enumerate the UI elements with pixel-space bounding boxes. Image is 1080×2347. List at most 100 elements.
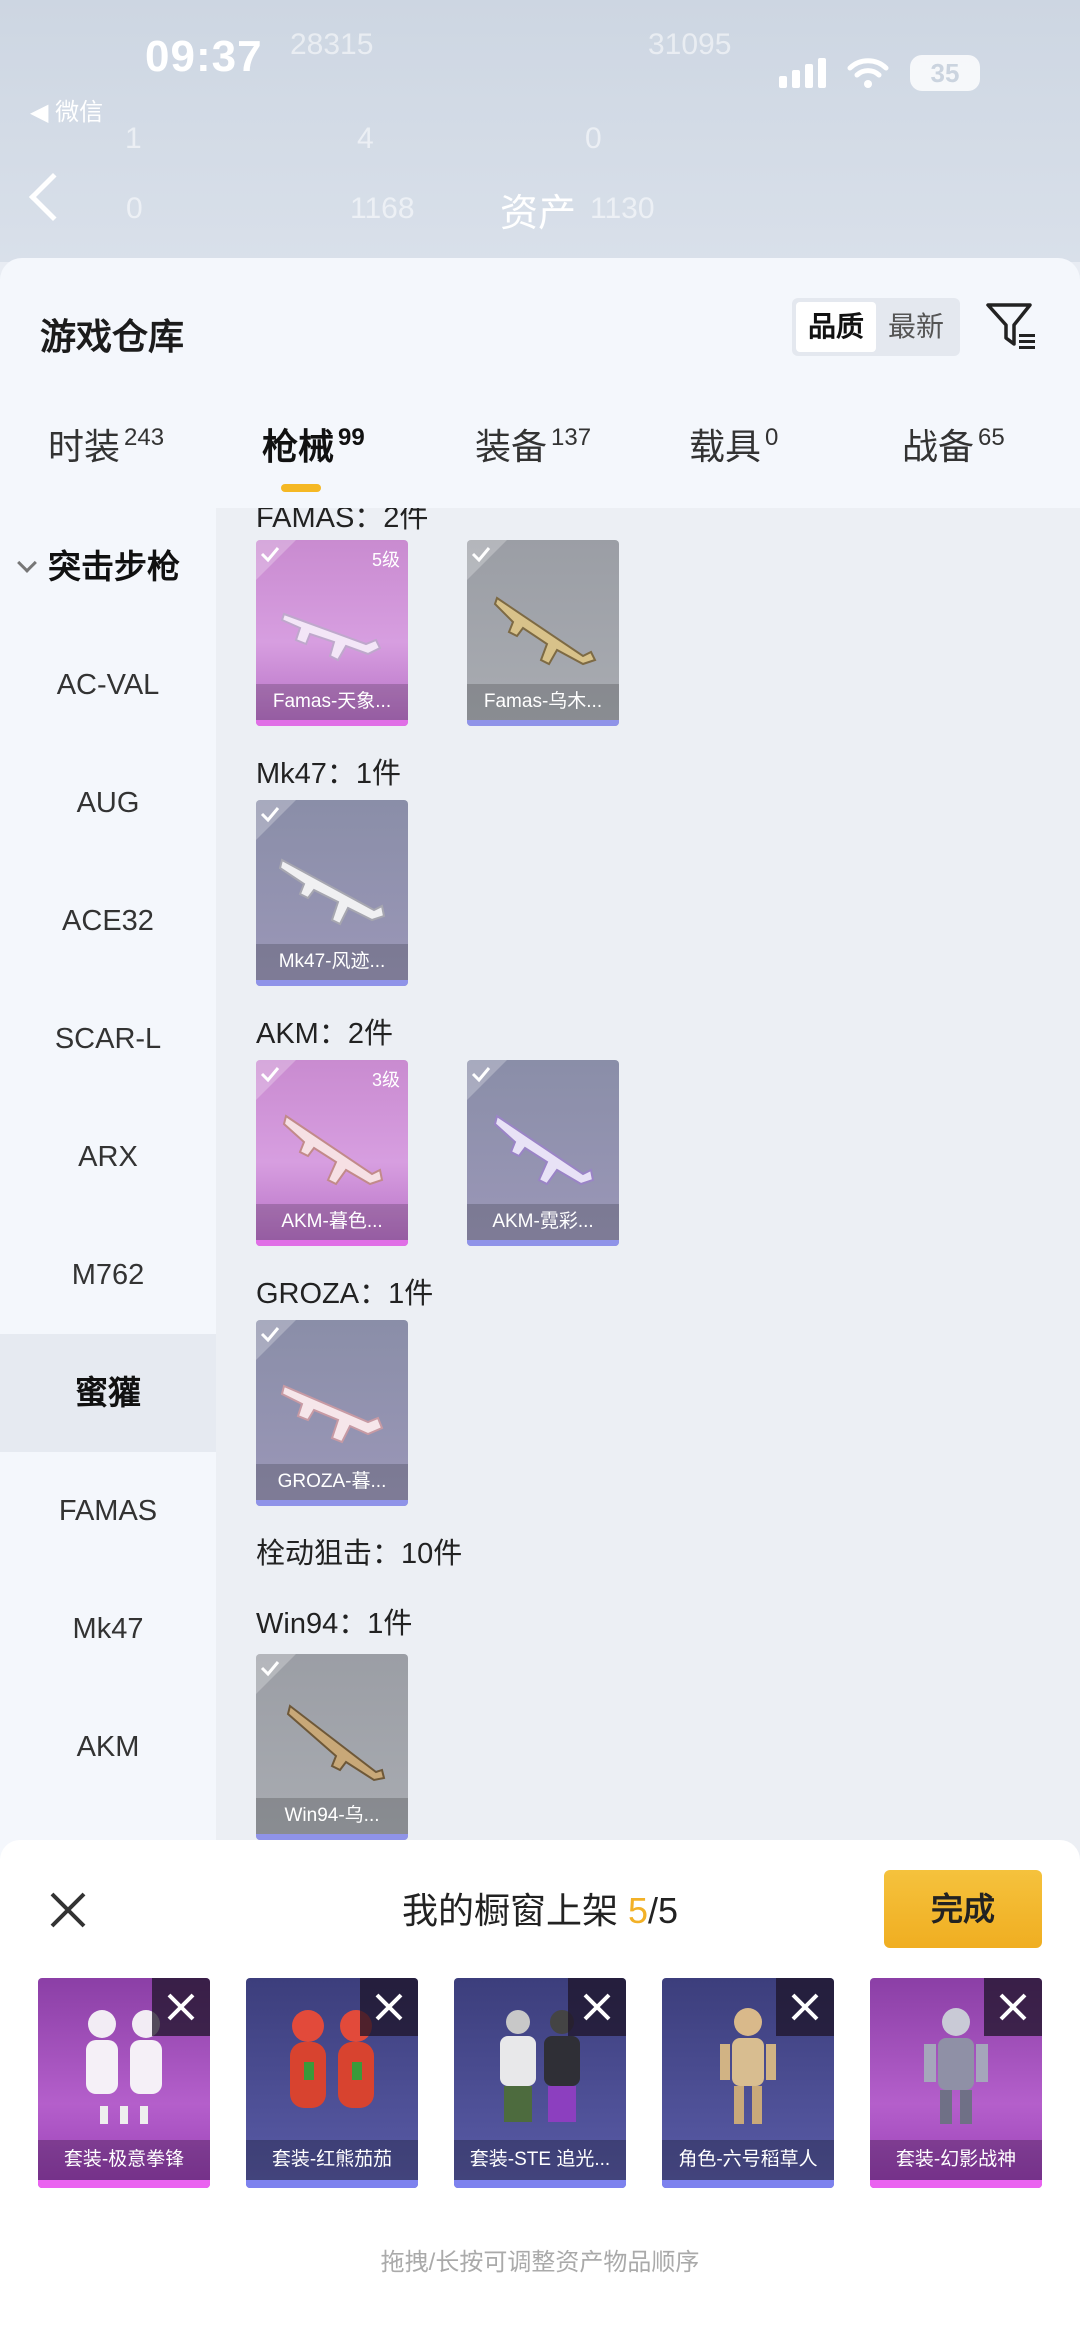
category-item[interactable]: M762 bbox=[0, 1216, 216, 1334]
tab-count: 137 bbox=[551, 424, 592, 451]
check-icon bbox=[256, 1654, 296, 1694]
weapon-item-name: AKM-暮色... bbox=[256, 1204, 408, 1240]
showcase-item-name: 套装-幻影战神 bbox=[870, 2140, 1042, 2180]
weapon-item-card[interactable]: Mk47-风迹... bbox=[256, 800, 408, 986]
reorder-hint: 拖拽/长按可调整资产物品顺序 bbox=[380, 2249, 700, 2276]
weapon-item-card[interactable]: Famas-乌木... bbox=[467, 540, 619, 726]
showcase-item-name: 角色-六号稻草人 bbox=[662, 2140, 834, 2180]
active-tab-indicator bbox=[281, 484, 321, 492]
remove-button[interactable] bbox=[360, 1978, 418, 2036]
tab-vehicles[interactable]: 载具 0 bbox=[689, 418, 778, 470]
rarity-bar bbox=[256, 1240, 408, 1246]
weapon-item-card[interactable]: 5级 Famas-天象... bbox=[256, 540, 408, 726]
ghost-stat: 1130 bbox=[590, 192, 655, 225]
category-item[interactable]: AUG bbox=[0, 744, 216, 862]
showcase-item-card[interactable]: 套装-STE 追光... bbox=[454, 1978, 626, 2188]
showcase-item-card[interactable]: 角色-六号稻草人 bbox=[662, 1978, 834, 2188]
tab-label: 战备 bbox=[902, 426, 975, 467]
showcase-item-card[interactable]: 套装-红熊茄茄 bbox=[246, 1978, 418, 2188]
category-item[interactable]: AC-VAL bbox=[0, 626, 216, 744]
done-button[interactable]: 完成 bbox=[884, 1870, 1042, 1948]
rifle-icon bbox=[278, 858, 386, 926]
ghost-stat: 31095 bbox=[648, 28, 732, 61]
page-header-background: 28315 31095 1 4 0 0 1168 1130 09:37 ◀ 微信… bbox=[0, 0, 1080, 262]
check-icon bbox=[256, 800, 296, 840]
remove-button[interactable] bbox=[152, 1978, 210, 2036]
status-icons: 35 bbox=[779, 55, 980, 91]
showcase-item-name: 套装-STE 追光... bbox=[454, 2140, 626, 2180]
category-item[interactable]: ACE32 bbox=[0, 862, 216, 980]
status-time: 09:37 bbox=[145, 32, 263, 81]
weapon-item-name: AKM-霓彩... bbox=[467, 1204, 619, 1240]
category-item[interactable]: FAMAS bbox=[0, 1452, 216, 1570]
category-item[interactable]: SCAR-L bbox=[0, 980, 216, 1098]
tab-fashion[interactable]: 时装 243 bbox=[48, 418, 164, 470]
group-label: FAMAS：2件 bbox=[256, 508, 429, 534]
close-icon bbox=[375, 1993, 403, 2021]
weapon-item-name: Famas-乌木... bbox=[467, 684, 619, 720]
filter-icon[interactable] bbox=[985, 300, 1037, 352]
weapon-item-name: GROZA-暮... bbox=[256, 1464, 408, 1500]
rarity-bar bbox=[870, 2180, 1042, 2188]
level-badge: 3级 bbox=[371, 1070, 400, 1090]
remove-button[interactable] bbox=[984, 1978, 1042, 2036]
category-item[interactable]: AKM bbox=[0, 1688, 216, 1806]
tab-label: 装备 bbox=[475, 426, 548, 467]
level-badge: 5级 bbox=[371, 550, 400, 570]
remove-button[interactable] bbox=[568, 1978, 626, 2036]
showcase-item-name: 套装-红熊茄茄 bbox=[246, 2140, 418, 2180]
sort-newest-button[interactable]: 最新 bbox=[876, 302, 956, 352]
back-arrow-icon[interactable] bbox=[28, 172, 78, 222]
showcase-item-name: 套装-极意拳锋 bbox=[38, 2140, 210, 2180]
category-assault-rifle[interactable]: 突击步枪 bbox=[0, 508, 216, 626]
check-icon bbox=[256, 540, 296, 580]
sort-toggle: 品质 最新 bbox=[792, 298, 960, 356]
weapon-item-name: Win94-乌... bbox=[256, 1798, 408, 1834]
group-label: Win94：1件 bbox=[256, 1608, 413, 1640]
showcase-total: /5 bbox=[648, 1890, 679, 1931]
ghost-stat: 1 bbox=[125, 122, 142, 155]
showcase-title-text: 我的橱窗上架 bbox=[401, 1890, 628, 1931]
showcase-count: 5 bbox=[627, 1890, 648, 1931]
signal-icon bbox=[779, 58, 826, 88]
rarity-bar bbox=[256, 720, 408, 726]
remove-button[interactable] bbox=[776, 1978, 834, 2036]
category-item-active[interactable]: 蜜獾 bbox=[0, 1334, 216, 1452]
weapon-item-card[interactable]: Win94-乌... bbox=[256, 1654, 408, 1840]
weapon-item-card[interactable]: 3级 AKM-暮色... bbox=[256, 1060, 408, 1246]
rifle-icon bbox=[280, 1384, 384, 1444]
weapon-item-card[interactable]: AKM-霓彩... bbox=[467, 1060, 619, 1246]
tab-label: 时装 bbox=[48, 426, 121, 467]
group-label: 栓动狙击：10件 bbox=[256, 1538, 463, 1570]
showcase-item-card[interactable]: 套装-极意拳锋 bbox=[38, 1978, 210, 2188]
tab-supplies[interactable]: 战备 65 bbox=[902, 418, 1005, 470]
weapon-item-card[interactable]: GROZA-暮... bbox=[256, 1320, 408, 1506]
close-icon bbox=[999, 1993, 1027, 2021]
showcase-panel: 我的橱窗上架 5/5 完成 套装-极意拳锋 套装-红熊茄茄 套装-STE 追光.… bbox=[0, 1840, 1080, 2347]
page-title: 资产 bbox=[500, 193, 577, 235]
tab-equipment[interactable]: 装备 137 bbox=[475, 418, 591, 470]
check-icon bbox=[256, 1320, 296, 1360]
category-item[interactable]: ARX bbox=[0, 1098, 216, 1216]
rarity-bar bbox=[454, 2180, 626, 2188]
ghost-stat: 28315 bbox=[290, 28, 374, 61]
tab-label: 枪械 bbox=[262, 426, 335, 467]
close-icon bbox=[791, 1993, 819, 2021]
rarity-bar bbox=[246, 2180, 418, 2188]
sort-quality-button[interactable]: 品质 bbox=[796, 302, 876, 352]
rarity-bar bbox=[662, 2180, 834, 2188]
category-tabs: 时装 243 枪械 99 装备 137 载具 0 战备 65 bbox=[0, 418, 1080, 498]
chevron-down-icon bbox=[17, 553, 37, 573]
showcase-item-card[interactable]: 套装-幻影战神 bbox=[870, 1978, 1042, 2188]
weapon-item-name: Famas-天象... bbox=[256, 684, 408, 720]
tab-count: 243 bbox=[124, 424, 165, 451]
tab-guns[interactable]: 枪械 99 bbox=[262, 418, 365, 470]
back-to-app-link[interactable]: ◀ 微信 bbox=[30, 92, 103, 127]
tab-label: 载具 bbox=[689, 426, 762, 467]
category-item[interactable]: Mk47 bbox=[0, 1570, 216, 1688]
weapon-item-name: Mk47-风迹... bbox=[256, 944, 408, 980]
check-icon bbox=[256, 1060, 296, 1100]
wifi-icon bbox=[847, 58, 889, 88]
check-icon bbox=[467, 540, 507, 580]
battery-icon: 35 bbox=[910, 55, 980, 91]
